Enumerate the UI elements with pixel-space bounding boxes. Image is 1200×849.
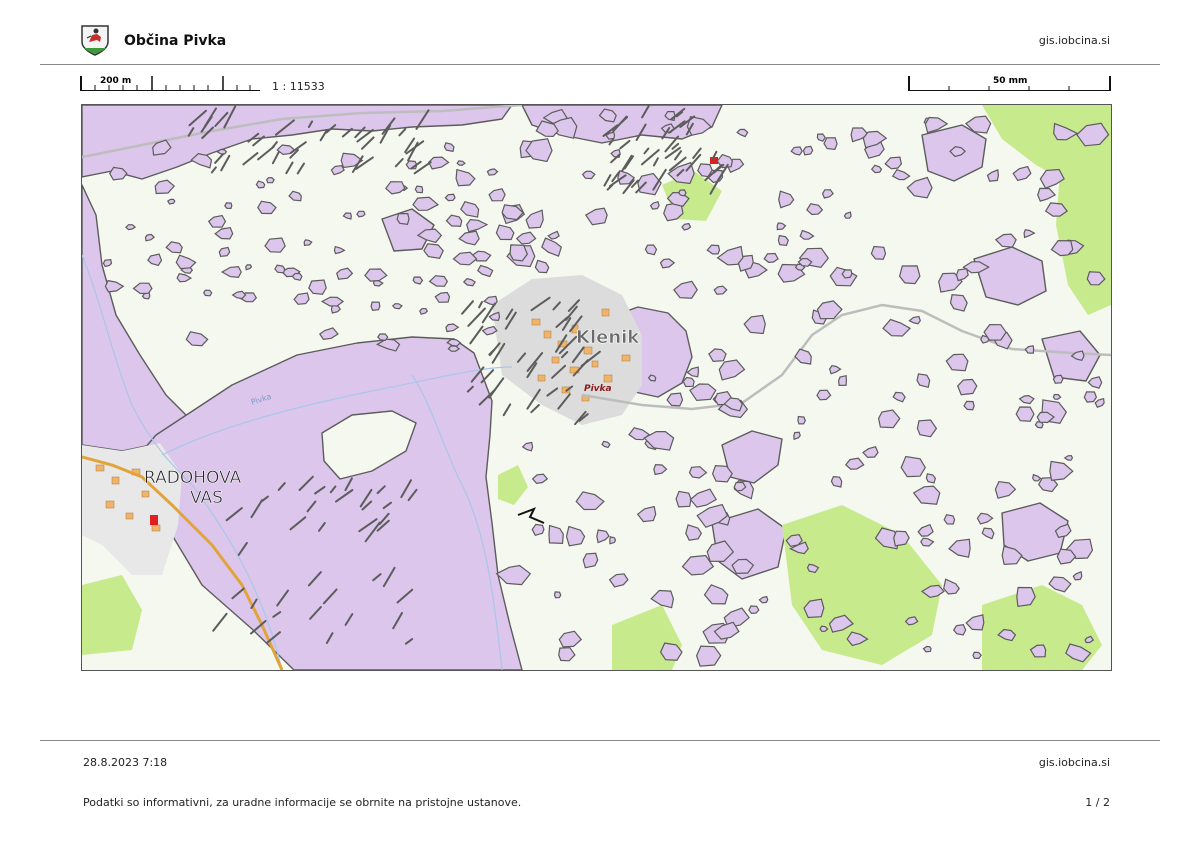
footer-divider bbox=[40, 740, 1160, 741]
river-label-pivka-town: Pivka bbox=[584, 384, 612, 394]
forest-patch bbox=[1052, 374, 1064, 384]
forest-patch bbox=[266, 176, 275, 184]
municipality-crest-logo bbox=[80, 24, 110, 56]
forest-patch bbox=[748, 605, 760, 615]
forest-patch bbox=[202, 289, 213, 297]
forest-patch bbox=[823, 137, 838, 150]
place-label-klenik: Klenik bbox=[576, 327, 640, 348]
forest-patch bbox=[898, 265, 921, 285]
place-label-vas: VAS bbox=[190, 488, 223, 508]
footer-site-url: gis.iobcina.si bbox=[1038, 756, 1110, 769]
forest-patch bbox=[582, 552, 599, 569]
place-label-radohova: RADOHOVA bbox=[144, 468, 242, 488]
forest-patch bbox=[412, 276, 424, 285]
forest-patch bbox=[308, 279, 327, 295]
page-title: Občina Pivka bbox=[124, 33, 227, 49]
footer-disclaimer: Podatki so informativni, za uradne infor… bbox=[83, 796, 522, 809]
footer-date: 28.8.2023 7:18 bbox=[83, 756, 168, 769]
forest-patch bbox=[224, 202, 233, 210]
forest-patch bbox=[675, 490, 692, 508]
forest-patch bbox=[1052, 393, 1062, 400]
highlighted-parcel bbox=[150, 515, 158, 525]
forest-patch bbox=[816, 133, 826, 142]
forest-patch bbox=[797, 415, 806, 425]
forest-patch bbox=[983, 323, 1007, 341]
scale-ratio-text: 1 : 11533 bbox=[272, 80, 325, 93]
ground-scale-bar: 200 m bbox=[80, 72, 265, 94]
page-number: 1 / 2 bbox=[1085, 796, 1110, 809]
forest-patch bbox=[218, 246, 231, 258]
forest-patch bbox=[356, 210, 366, 218]
forest-patch bbox=[1083, 391, 1098, 403]
forest-patch bbox=[841, 269, 853, 279]
forest-patch bbox=[1015, 406, 1035, 422]
forest-patch bbox=[837, 374, 848, 387]
forest-patch bbox=[830, 475, 843, 488]
forest-patch bbox=[255, 180, 266, 189]
forest-patch bbox=[972, 651, 982, 660]
forest-patch bbox=[943, 514, 956, 525]
forest-patch bbox=[644, 244, 658, 256]
forest-patch bbox=[414, 185, 424, 194]
forest-patch bbox=[509, 244, 528, 262]
forest-patch bbox=[922, 645, 932, 653]
forest-patch bbox=[370, 301, 381, 311]
map-canvas[interactable]: Klenik Pivka Pivka RADOHOVA VAS bbox=[82, 105, 1111, 670]
paper-scale-label: 50 mm bbox=[993, 76, 1027, 86]
forest-patch bbox=[581, 170, 596, 180]
paper-scale-bar: 50 mm bbox=[908, 72, 1112, 94]
forest-patch bbox=[531, 523, 545, 537]
forest-patch bbox=[682, 376, 695, 388]
forest-patch bbox=[678, 189, 687, 197]
forest-patch bbox=[456, 160, 466, 166]
header-site-url: gis.iobcina.si bbox=[1038, 34, 1110, 47]
forest-patch bbox=[802, 145, 814, 156]
forest-patch bbox=[553, 591, 562, 599]
header-divider bbox=[40, 64, 1160, 65]
forest-patch bbox=[609, 536, 617, 545]
forest-patch bbox=[396, 212, 410, 225]
forest-patch bbox=[377, 333, 389, 342]
forest-patch bbox=[870, 245, 887, 260]
forest-patch bbox=[166, 198, 176, 205]
forest-patch bbox=[391, 303, 403, 310]
map-view[interactable]: Klenik Pivka Pivka RADOHOVA VAS bbox=[81, 104, 1112, 671]
scale-bar-label: 200 m bbox=[100, 76, 131, 86]
